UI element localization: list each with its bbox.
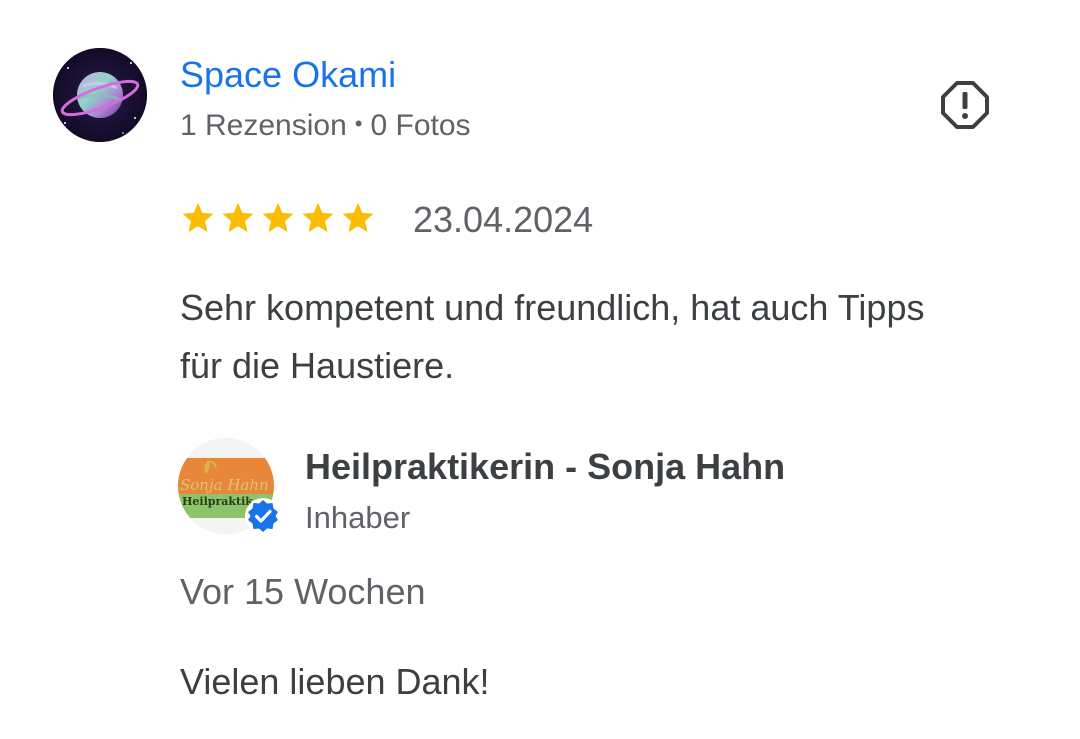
star-icon <box>182 202 214 232</box>
star-rating <box>180 200 376 236</box>
reviewer-name[interactable]: Space Okami <box>180 54 396 96</box>
verified-check-icon <box>244 497 282 535</box>
reviewer-stats: 1 Rezension • 0 Fotos <box>180 109 471 143</box>
star-icon <box>302 202 334 232</box>
star-icon <box>222 202 254 232</box>
review-count: 1 Rezension <box>180 109 347 142</box>
star-icon <box>262 202 294 232</box>
reply-text: Vielen lieben Dank! <box>180 661 490 702</box>
review-date: 23.04.2024 <box>413 199 594 240</box>
reply-timestamp: Vor 15 Wochen <box>180 571 426 612</box>
planet-avatar-icon <box>53 48 147 142</box>
report-icon <box>941 81 989 129</box>
review-text: Sehr kompetent und freundlich, hat auch … <box>180 287 925 386</box>
photo-count: 0 Fotos <box>370 109 471 142</box>
owner-role: Inhaber <box>305 500 411 535</box>
logo-text-line1: Sonja Hahn <box>180 476 269 494</box>
star-icon <box>342 202 374 232</box>
owner-name[interactable]: Heilpraktikerin - Sonja Hahn <box>305 446 785 488</box>
logo-text-line2: Heilpraktik <box>182 495 253 508</box>
reviewer-avatar[interactable] <box>53 48 147 142</box>
meta-separator: • <box>354 111 363 136</box>
report-button[interactable] <box>936 76 994 134</box>
